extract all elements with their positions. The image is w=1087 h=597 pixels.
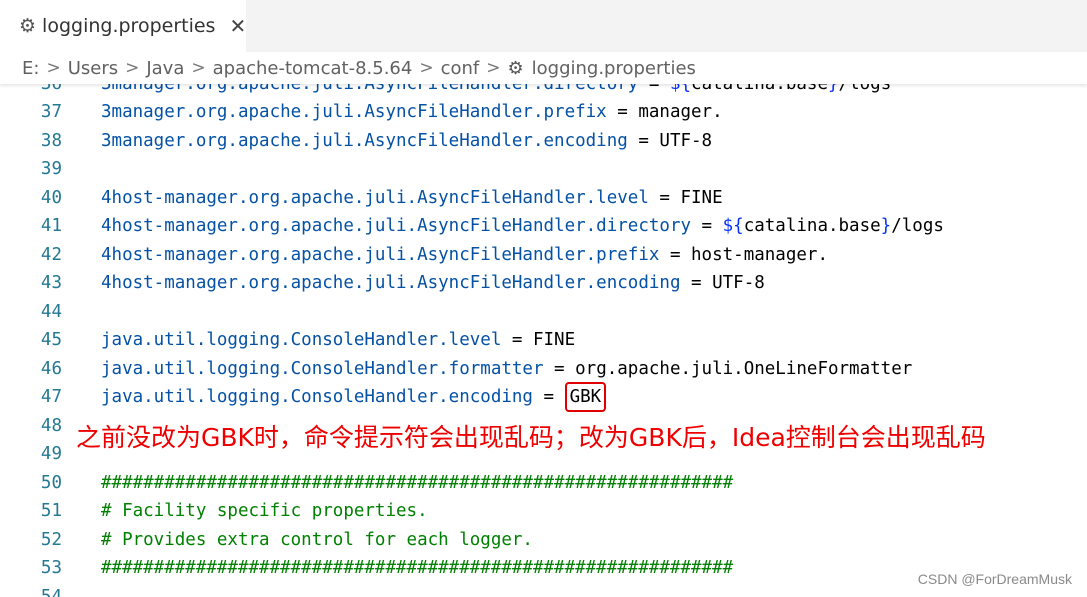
property-key: 3manager.org.apache.juli.AsyncFileHandle… [101,131,628,151]
tab-label: logging.properties [42,15,216,37]
line-number: 51 [40,501,62,521]
code-editor[interactable]: 36 3manager.org.apache.juli.AsyncFileHan… [0,70,1087,597]
line-number: 47 [40,387,62,407]
line-number: 39 [40,159,62,179]
equals-sign: = [648,188,681,208]
comment-text: # Provides extra control for each logger… [101,530,533,550]
breadcrumb-item-drive[interactable]: E: [22,58,39,79]
tab-bar: ⚙ logging.properties ✕ [0,0,1087,52]
equals-sign: = [627,131,660,151]
code-text: java.util.logging.ConsoleHandler.level =… [101,326,575,354]
code-text: java.util.logging.ConsoleHandler.formatt… [101,355,912,383]
code-line: 43 4host-manager.org.apache.juli.AsyncFi… [0,269,1087,297]
equals-sign: = [680,273,713,293]
brace-close: } [880,216,892,236]
breadcrumb-item-users[interactable]: Users [68,58,118,79]
code-line: 44 [0,298,1087,326]
property-key: java.util.logging.ConsoleHandler.formatt… [101,359,544,379]
property-key: 4host-manager.org.apache.juli.AsyncFileH… [101,216,692,236]
highlighted-value-gbk: GBK [564,382,607,412]
line-number: 40 [40,188,62,208]
gear-icon: ⚙ [19,15,37,37]
chevron-right-icon: > [486,58,501,78]
equals-sign: = [659,245,692,265]
gear-icon: ⚙ [507,57,524,79]
property-value: host-manager. [691,245,828,265]
equals-sign: = [501,330,533,350]
line-number: 43 [40,273,62,293]
line-number: 37 [40,102,62,122]
code-text: 4host-manager.org.apache.juli.AsyncFileH… [101,184,723,212]
close-icon[interactable]: ✕ [229,14,246,38]
equals-sign: = [532,387,565,407]
annotation-text: 之前没改为GBK时，命令提示符会出现乱码；改为GBK后，Idea控制台会出现乱码 [76,423,986,452]
breadcrumb-item-java[interactable]: Java [146,58,184,79]
equals-sign: = [606,102,639,122]
line-number: 54 [40,587,62,597]
comment-text: ########################################… [101,473,734,493]
line-number: 48 [40,416,62,436]
code-text: java.util.logging.ConsoleHandler.encodin… [101,382,607,412]
code-line: 41 4host-manager.org.apache.juli.AsyncFi… [0,212,1087,240]
breadcrumb-item-file[interactable]: logging.properties [532,58,696,79]
code-line: 37 3manager.org.apache.juli.AsyncFileHan… [0,98,1087,126]
property-value: FINE [680,188,723,208]
equals-sign: = [543,359,576,379]
breadcrumb: E: > Users > Java > apache-tomcat-8.5.64… [0,52,1087,84]
code-text: 3manager.org.apache.juli.AsyncFileHandle… [101,98,723,126]
equals-sign: = [691,216,723,236]
line-number: 52 [40,530,62,550]
comment-text: ########################################… [101,558,734,578]
watermark: CSDN @ForDreamMusk [917,571,1072,587]
property-key: 3manager.org.apache.juli.AsyncFileHandle… [101,102,607,122]
property-value: org.apache.juli.OneLineFormatter [575,359,913,379]
code-line: 51 # Facility specific properties. [0,497,1087,525]
code-line: 50 #####################################… [0,469,1087,497]
brace-open: ${ [722,216,744,236]
code-line: 52 # Provides extra control for each log… [0,526,1087,554]
property-value: UTF-8 [659,131,713,151]
line-number: 49 [40,444,62,464]
line-number: 50 [40,473,62,493]
breadcrumb-item-tomcat[interactable]: apache-tomcat-8.5.64 [213,58,413,79]
chevron-right-icon: > [125,58,140,78]
variable-name: catalina.base [743,216,881,236]
code-line: 42 4host-manager.org.apache.juli.AsyncFi… [0,241,1087,269]
line-number: 46 [40,359,62,379]
chevron-right-icon: > [191,58,206,78]
property-key: 4host-manager.org.apache.juli.AsyncFileH… [101,245,660,265]
code-line: 38 3manager.org.apache.juli.AsyncFileHan… [0,127,1087,155]
comment-text: # Facility specific properties. [101,501,428,521]
chevron-right-icon: > [46,58,61,78]
code-line: 40 4host-manager.org.apache.juli.AsyncFi… [0,184,1087,212]
code-line: 39 [0,155,1087,183]
code-text: 4host-manager.org.apache.juli.AsyncFileH… [101,212,944,240]
property-value-suffix: /logs [891,216,944,236]
tab-logging-properties[interactable]: ⚙ logging.properties ✕ [0,0,246,52]
property-value: FINE [532,330,576,350]
property-value: UTF-8 [712,273,765,293]
breadcrumb-item-conf[interactable]: conf [441,58,480,79]
code-text: 3manager.org.apache.juli.AsyncFileHandle… [101,127,712,155]
code-text: 4host-manager.org.apache.juli.AsyncFileH… [101,269,765,297]
code-line: 47 java.util.logging.ConsoleHandler.enco… [0,382,1087,412]
line-number: 53 [40,558,62,578]
line-number: 41 [40,216,62,236]
line-number: 44 [40,302,62,322]
line-number: 42 [40,245,62,265]
code-line: 45 java.util.logging.ConsoleHandler.leve… [0,326,1087,354]
chevron-right-icon: > [419,58,434,78]
line-number: 45 [40,330,62,350]
property-key: 4host-manager.org.apache.juli.AsyncFileH… [101,273,681,293]
property-key: 4host-manager.org.apache.juli.AsyncFileH… [101,188,649,208]
property-value: manager. [638,102,723,122]
property-key: java.util.logging.ConsoleHandler.encodin… [101,387,533,407]
code-text: 4host-manager.org.apache.juli.AsyncFileH… [101,241,828,269]
property-key: java.util.logging.ConsoleHandler.level [101,330,502,350]
line-number: 38 [40,131,62,151]
code-line: 46 java.util.logging.ConsoleHandler.form… [0,355,1087,383]
